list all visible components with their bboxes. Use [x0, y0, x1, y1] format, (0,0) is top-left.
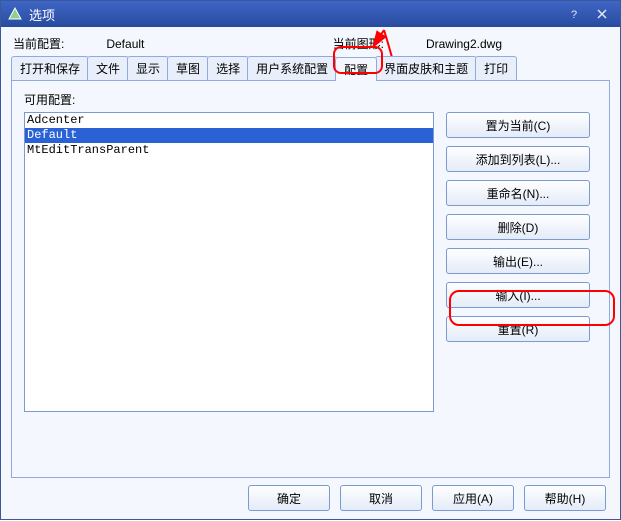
tab-open-save[interactable]: 打开和保存	[11, 56, 89, 80]
available-profiles-label: 可用配置:	[24, 91, 597, 108]
list-item[interactable]: MtEditTransParent	[25, 143, 433, 158]
export-button[interactable]: 输出(E)...	[446, 248, 590, 274]
rename-button[interactable]: 重命名(N)...	[446, 180, 590, 206]
reset-button[interactable]: 重置(R)	[446, 316, 590, 342]
help-icon[interactable]: ?	[562, 5, 586, 23]
profile-buttons-column: 置为当前(C) 添加到列表(L)... 重命名(N)... 删除(D) 输出(E…	[446, 112, 590, 412]
ok-button[interactable]: 确定	[248, 485, 330, 511]
tab-drafting[interactable]: 草图	[167, 56, 209, 80]
add-to-list-button[interactable]: 添加到列表(L)...	[446, 146, 590, 172]
current-drawing-label: 当前图形:	[333, 35, 384, 52]
import-button[interactable]: 输入(I)...	[446, 282, 590, 308]
tab-selection[interactable]: 选择	[207, 56, 249, 80]
list-item[interactable]: Adcenter	[25, 113, 433, 128]
info-row: 当前配置: Default 当前图形: Drawing2.dwg	[1, 27, 620, 56]
list-item[interactable]: Default	[25, 128, 433, 143]
tab-file[interactable]: 文件	[87, 56, 129, 80]
tab-user-preferences[interactable]: 用户系统配置	[247, 56, 337, 80]
tab-profiles[interactable]: 配置	[335, 57, 377, 81]
tabs-row: 打开和保存 文件 显示 草图 选择 用户系统配置 配置 界面皮肤和主题 打印	[1, 56, 620, 80]
tab-print[interactable]: 打印	[475, 56, 517, 80]
current-drawing-value: Drawing2.dwg	[426, 37, 502, 51]
apply-button[interactable]: 应用(A)	[432, 485, 514, 511]
dialog-footer: 确定 取消 应用(A) 帮助(H)	[1, 485, 620, 511]
tab-display[interactable]: 显示	[127, 56, 169, 80]
svg-text:?: ?	[571, 9, 577, 20]
delete-button[interactable]: 删除(D)	[446, 214, 590, 240]
profiles-listbox[interactable]: Adcenter Default MtEditTransParent	[24, 112, 434, 412]
current-config-label: 当前配置:	[13, 35, 64, 52]
tab-skin-theme[interactable]: 界面皮肤和主题	[375, 56, 477, 80]
app-icon	[7, 6, 23, 22]
options-dialog: 选项 ? 当前配置: Default 当前图形: Drawing2.dwg 打开…	[0, 0, 621, 520]
window-title: 选项	[29, 5, 55, 24]
title-bar: 选项 ?	[1, 1, 620, 27]
current-config-value: Default	[106, 37, 144, 51]
help-button[interactable]: 帮助(H)	[524, 485, 606, 511]
set-current-button[interactable]: 置为当前(C)	[446, 112, 590, 138]
cancel-button[interactable]: 取消	[340, 485, 422, 511]
tab-panel-profiles: 可用配置: Adcenter Default MtEditTransParent…	[11, 80, 610, 478]
close-icon[interactable]	[590, 5, 614, 23]
